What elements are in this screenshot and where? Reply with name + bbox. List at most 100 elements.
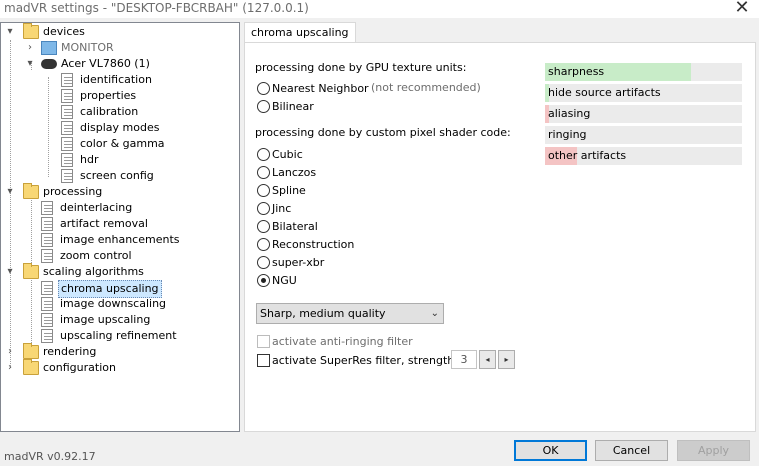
quality-bar-label: ringing [548,128,587,141]
page-icon [41,217,53,231]
select-value: Sharp, medium quality [260,307,386,320]
radio-cubic[interactable] [257,148,270,161]
radio-lanczos[interactable] [257,166,270,179]
radio-spline[interactable] [257,184,270,197]
title-bar: madVR settings - "DESKTOP-FBCRBAH" (127.… [0,0,759,18]
radio-bilateral[interactable] [257,220,270,233]
folder-icon [23,183,39,199]
folder-icon [23,343,39,359]
tree-item-label: MONITOR [61,41,114,54]
decrement-button[interactable]: ◂ [479,350,496,369]
radio-reconstruction[interactable] [257,238,270,251]
radio-label: Reconstruction [272,238,355,251]
collapse-icon[interactable]: ▾ [25,56,35,72]
folder-icon [23,359,39,375]
quality-bar: other artifacts [545,147,742,165]
settings-tree[interactable]: ▾ devices › MONITOR ▾ Acer VL7860 (1) id… [0,22,240,432]
superres-checkbox[interactable] [257,354,270,367]
tree-item-label: configuration [43,361,116,374]
radio-label: Lanczos [272,166,317,179]
collapse-icon[interactable]: ▾ [5,184,15,200]
tab-chroma-upscaling[interactable]: chroma upscaling [244,22,356,43]
tree-item-label: artifact removal [60,217,148,230]
page-icon [61,137,73,151]
page-icon [61,73,73,87]
page-icon [61,121,73,135]
quality-bar-label: sharpness [548,65,605,78]
tree-item-label: rendering [43,345,97,358]
page-icon [41,329,53,343]
tree-item-label: deinterlacing [60,201,133,214]
not-recommended-note: (not recommended) [371,81,481,94]
radio-label: Bilinear [272,100,314,113]
radio-nearest-neighbor[interactable] [257,82,270,95]
quality-bar: aliasing [545,105,742,123]
settings-panel: processing done by GPU texture units: Ne… [244,42,756,432]
page-icon [61,105,73,119]
radio-label: Spline [272,184,306,197]
anti-ringing-checkbox[interactable] [257,335,270,348]
tree-item-label: properties [80,89,137,102]
tree-item-label: Acer VL7860 (1) [61,57,150,70]
expand-icon[interactable]: › [5,360,15,376]
version-status: madVR v0.92.17 [4,450,96,463]
radio-bilinear[interactable] [257,100,270,113]
tree-guide [48,77,49,177]
page-icon [61,153,73,167]
tree-item-label: display modes [80,121,160,134]
collapse-icon[interactable]: ▾ [5,24,15,40]
page-icon [41,281,53,295]
tree-item-label: color & gamma [80,137,165,150]
tree-item-label: screen config [80,169,154,182]
tree-guide [10,40,11,368]
radio-label: Cubic [272,148,303,161]
close-icon[interactable]: ✕ [729,0,755,19]
tree-item-label: zoom control [60,249,132,262]
quality-bar-label: aliasing [548,107,591,120]
ok-button[interactable]: OK [514,440,587,461]
quality-bar: hide source artifacts [545,84,742,102]
ngu-quality-select[interactable]: Sharp, medium quality ⌄ [256,303,444,324]
tree-item-label: devices [43,25,85,38]
expand-icon[interactable]: › [25,40,35,56]
folder-icon [23,263,39,279]
window-title: madVR settings - "DESKTOP-FBCRBAH" (127.… [4,1,309,15]
radio-jinc[interactable] [257,202,270,215]
quality-bar-label: hide source artifacts [548,86,661,99]
chevron-down-icon: ⌄ [430,308,439,319]
superres-strength-field[interactable]: 3 [451,350,477,369]
tree-item-label: image downscaling [60,297,167,310]
tree-item-label: identification [80,73,152,86]
radio-super-xbr[interactable] [257,256,270,269]
apply-button[interactable]: Apply [677,440,750,461]
radio-label: NGU [272,274,297,287]
folder-icon [23,23,39,39]
tree-item-label: calibration [80,105,139,118]
monitor-icon [41,41,57,55]
gpu-heading: processing done by GPU texture units: [255,61,467,74]
page-icon [41,313,53,327]
page-icon [41,201,53,215]
page-icon [41,249,53,263]
anti-ringing-label: activate anti-ringing filter [272,335,413,348]
increment-button[interactable]: ▸ [498,350,515,369]
tree-item-label: image enhancements [60,233,180,246]
radio-label: Bilateral [272,220,318,233]
page-icon [61,89,73,103]
quality-bar-label: other artifacts [548,149,627,162]
tree-item-label: upscaling refinement [60,329,177,342]
collapse-icon[interactable]: ▾ [5,264,15,280]
tree-item-label: processing [43,185,103,198]
radio-label: Nearest Neighbor [272,82,369,95]
cancel-button[interactable]: Cancel [595,440,668,461]
expand-icon[interactable]: › [5,344,15,360]
radio-label: super-xbr [272,256,325,269]
tree-guide [31,200,32,265]
quality-bar: ringing [545,126,742,144]
tree-item-label: image upscaling [60,313,151,326]
page-icon [61,169,73,183]
quality-bar: sharpness [545,63,742,81]
radio-ngu[interactable] [257,274,270,287]
tree-guide [31,280,32,345]
tab-strip: chroma upscaling [244,22,756,43]
